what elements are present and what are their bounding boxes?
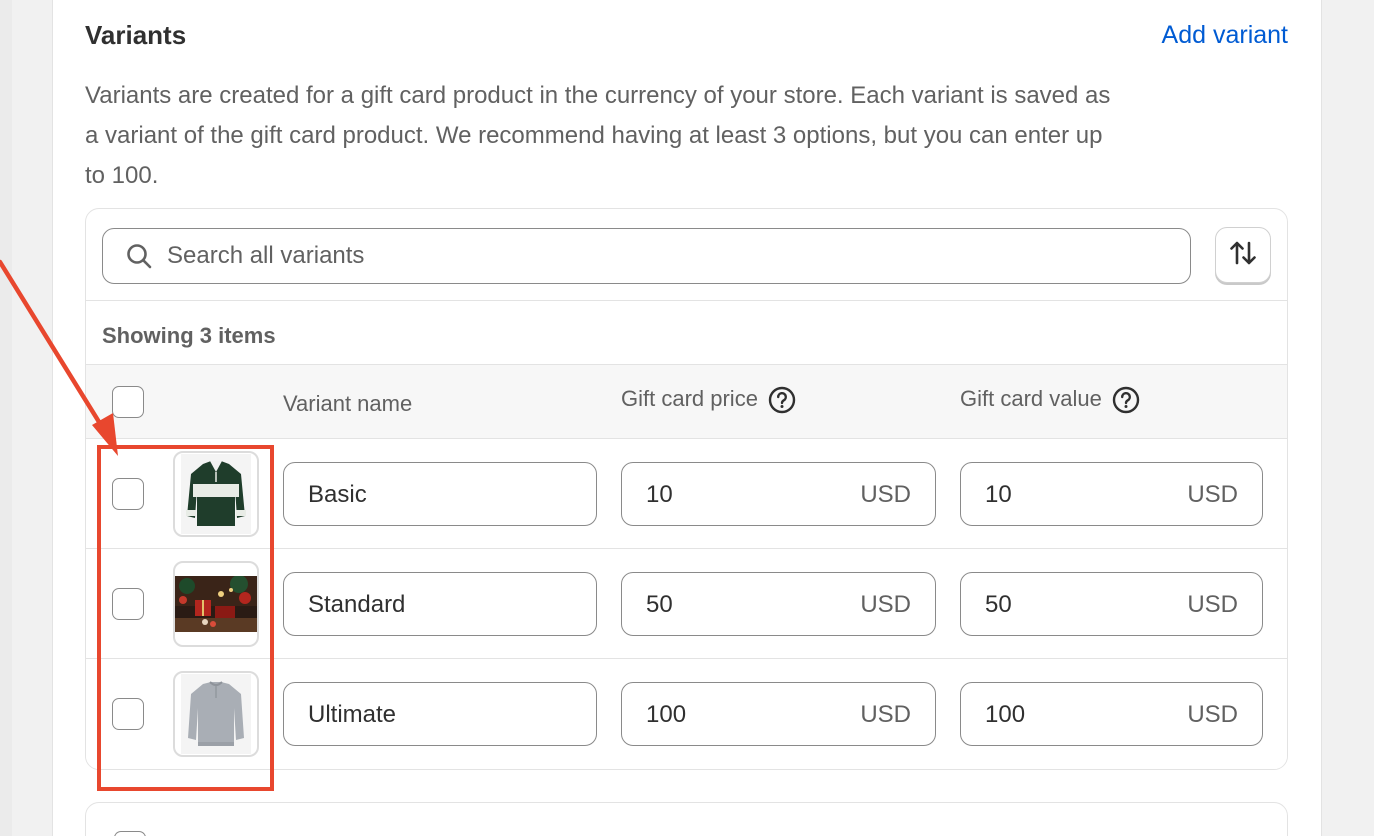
sort-button[interactable] bbox=[1215, 227, 1271, 283]
table-row: Standard 50 USD 50 USD bbox=[86, 549, 1287, 659]
variants-table: Showing 3 items Variant name Gift card p… bbox=[85, 208, 1288, 770]
search-bar bbox=[86, 209, 1287, 301]
add-variant-link[interactable]: Add variant bbox=[1162, 21, 1288, 50]
column-header-value-label: Gift card value bbox=[960, 386, 1102, 411]
price-value: 50 bbox=[646, 591, 673, 618]
variant-name-input[interactable]: Basic bbox=[283, 462, 597, 526]
table-header: Variant name Gift card price Gift card v… bbox=[86, 365, 1287, 439]
christmas-gifts-photo-image bbox=[175, 576, 257, 632]
price-value: 100 bbox=[646, 701, 687, 728]
gray-sweater-image bbox=[181, 674, 251, 754]
question-circle-icon[interactable] bbox=[768, 386, 796, 414]
item-count-label: Showing 3 items bbox=[86, 301, 1287, 365]
value-amount: 100 bbox=[985, 701, 1026, 728]
value-currency: USD bbox=[1187, 591, 1238, 618]
section-description: Variants are created for a gift card pro… bbox=[85, 82, 1111, 189]
search-field[interactable] bbox=[102, 228, 1191, 284]
price-currency: USD bbox=[860, 481, 911, 508]
table-row: Ultimate 100 USD 100 USD bbox=[86, 659, 1287, 769]
gift-card-price-input[interactable]: 10 USD bbox=[621, 462, 936, 526]
search-icon bbox=[125, 242, 153, 270]
value-amount: 50 bbox=[985, 591, 1012, 618]
value-currency: USD bbox=[1187, 701, 1238, 728]
question-circle-icon[interactable] bbox=[1112, 386, 1140, 414]
variant-name-input[interactable]: Ultimate bbox=[283, 682, 597, 746]
next-section-checkbox[interactable] bbox=[114, 831, 146, 836]
column-header-gift-card-value: Gift card value bbox=[960, 386, 1140, 414]
variant-name-value: Basic bbox=[308, 481, 367, 508]
column-header-price-label: Gift card price bbox=[621, 386, 758, 411]
next-section-card bbox=[85, 802, 1288, 836]
row-checkbox[interactable] bbox=[112, 588, 144, 620]
select-all-checkbox[interactable] bbox=[112, 386, 144, 418]
gift-card-value-input[interactable]: 100 USD bbox=[960, 682, 1263, 746]
gift-card-price-input[interactable]: 50 USD bbox=[621, 572, 936, 636]
column-header-gift-card-price: Gift card price bbox=[621, 386, 796, 414]
row-checkbox[interactable] bbox=[112, 698, 144, 730]
variant-image[interactable] bbox=[173, 561, 259, 647]
variant-image[interactable] bbox=[173, 671, 259, 757]
value-amount: 10 bbox=[985, 481, 1012, 508]
gift-card-value-input[interactable]: 50 USD bbox=[960, 572, 1263, 636]
variant-name-value: Ultimate bbox=[308, 701, 397, 728]
price-currency: USD bbox=[860, 701, 911, 728]
price-currency: USD bbox=[860, 591, 911, 618]
value-currency: USD bbox=[1187, 481, 1238, 508]
column-header-variant-name: Variant name bbox=[283, 391, 413, 416]
green-white-polo-sweater-image bbox=[181, 454, 251, 534]
row-checkbox[interactable] bbox=[112, 478, 144, 510]
variant-image[interactable] bbox=[173, 451, 259, 537]
page-gutter bbox=[0, 0, 12, 836]
gift-card-price-input[interactable]: 100 USD bbox=[621, 682, 936, 746]
price-value: 10 bbox=[646, 481, 673, 508]
section-title: Variants bbox=[85, 20, 187, 50]
variant-name-input[interactable]: Standard bbox=[283, 572, 597, 636]
variant-name-value: Standard bbox=[308, 591, 406, 618]
table-row: Basic 10 USD 10 USD bbox=[86, 439, 1287, 549]
sort-arrows-icon bbox=[1228, 238, 1258, 273]
gift-card-value-input[interactable]: 10 USD bbox=[960, 462, 1263, 526]
search-input[interactable] bbox=[167, 242, 1147, 270]
